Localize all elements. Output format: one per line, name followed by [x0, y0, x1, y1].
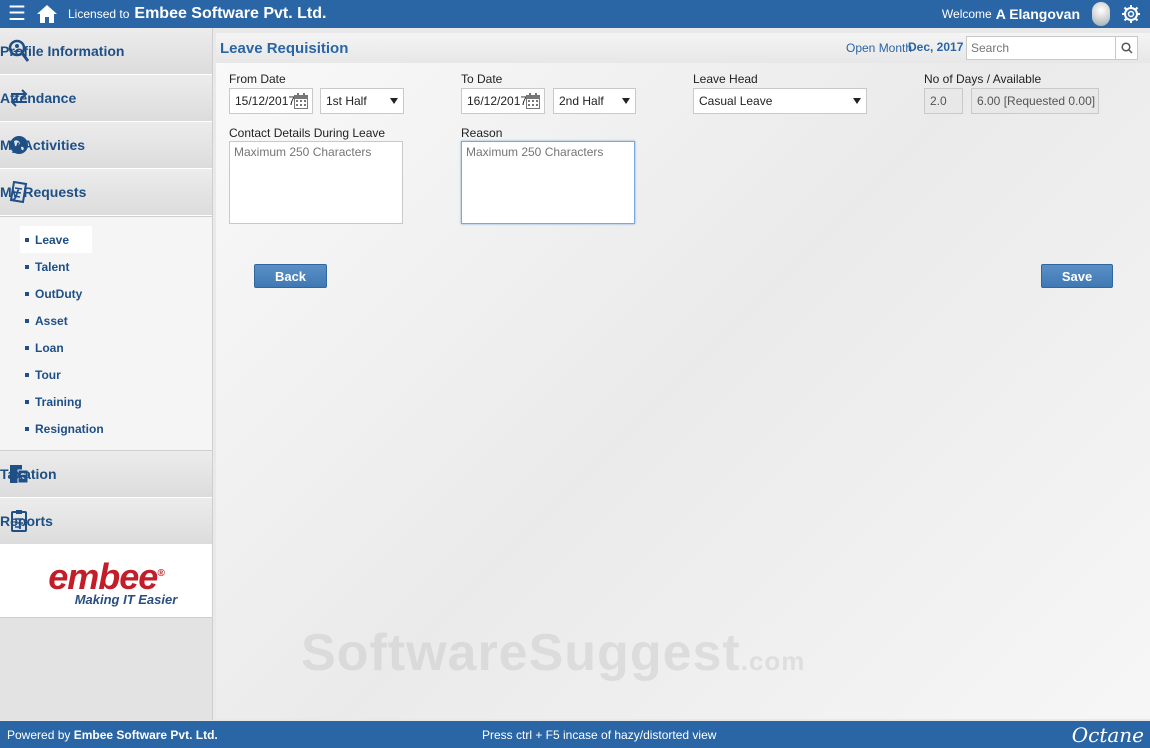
bullet-icon	[25, 264, 29, 269]
logo-word: embee	[48, 556, 158, 597]
back-button[interactable]: Back	[254, 264, 327, 288]
sidebar-item-label: My Requests	[0, 184, 87, 200]
sidebar-item-reports[interactable]: Reports	[0, 498, 212, 545]
chevron-down-icon	[390, 98, 398, 104]
to-half-select[interactable]: 2nd Half	[553, 88, 636, 114]
reason-label: Reason	[461, 126, 503, 140]
contact-details-textarea[interactable]	[229, 141, 403, 224]
powered-by: Powered by Embee Software Pvt. Ltd.	[7, 727, 218, 742]
save-button[interactable]: Save	[1041, 264, 1113, 288]
bullet-icon	[25, 399, 29, 404]
footer: Powered by Embee Software Pvt. Ltd. Pres…	[0, 721, 1150, 748]
refresh-hint: Press ctrl + F5 incase of hazy/distorted…	[482, 728, 717, 742]
no-of-days-value: 2.0	[930, 94, 947, 108]
my-requests-submenu: Leave Talent OutDuty Asset Loan Tour Tra…	[0, 216, 212, 451]
watermark: SoftwareSuggest.com	[301, 624, 806, 682]
sidebar-item-taxation[interactable]: Taxation	[0, 451, 212, 498]
submenu-item-outduty[interactable]: OutDuty	[0, 280, 212, 307]
logo-tagline: Making IT Easier	[74, 592, 178, 607]
open-month-value: Dec, 2017	[908, 40, 964, 54]
sidebar-item-my-requests[interactable]: My Requests	[0, 169, 212, 216]
leave-head-label: Leave Head	[693, 72, 758, 86]
to-date-value: 16/12/2017	[467, 94, 528, 108]
sidebar-item-label: Reports	[0, 513, 53, 529]
submenu-item-leave[interactable]: Leave	[20, 226, 92, 253]
bullet-icon	[25, 318, 29, 323]
submenu-item-resignation[interactable]: Resignation	[0, 415, 212, 442]
search-icon[interactable]	[1115, 37, 1137, 59]
open-month-label: Open Month	[846, 41, 913, 55]
no-of-days-field: 2.0	[924, 88, 963, 114]
submenu-item-loan[interactable]: Loan	[0, 334, 212, 361]
hamburger-menu-icon[interactable]: ☰	[8, 4, 30, 24]
reason-textarea[interactable]	[461, 141, 635, 224]
chevron-down-icon	[622, 98, 630, 104]
sidebar-item-my-activities[interactable]: My Activities	[0, 122, 212, 169]
submenu-item-talent[interactable]: Talent	[0, 253, 212, 280]
logo-reg: ®	[157, 568, 164, 579]
search-box	[966, 36, 1138, 60]
home-icon[interactable]	[34, 3, 60, 25]
embee-logo: embee® Making IT Easier	[0, 545, 212, 618]
submenu-item-asset[interactable]: Asset	[0, 307, 212, 334]
from-half-select[interactable]: 1st Half	[320, 88, 404, 114]
page-header: Leave Requisition Open Month Dec, 2017	[216, 33, 1150, 63]
contact-details-label: Contact Details During Leave	[229, 126, 386, 140]
licensed-label: Licensed to	[68, 7, 130, 21]
submenu-item-tour[interactable]: Tour	[0, 361, 212, 388]
submenu-item-training[interactable]: Training	[0, 388, 212, 415]
leave-head-value: Casual Leave	[699, 94, 773, 108]
company-name: Embee Software Pvt. Ltd.	[134, 5, 327, 22]
sidebar: Profile Information Attendance My Activi…	[0, 28, 213, 720]
to-date-field[interactable]: 16/12/2017	[461, 88, 545, 114]
gear-icon[interactable]	[1120, 3, 1142, 25]
from-date-label: From Date	[229, 72, 286, 86]
from-date-field[interactable]: 15/12/2017	[229, 88, 313, 114]
bullet-icon	[25, 426, 29, 431]
to-date-label: To Date	[461, 72, 503, 86]
main-content: Leave Requisition Open Month Dec, 2017 F…	[216, 33, 1150, 719]
page-title: Leave Requisition	[220, 40, 349, 57]
sidebar-item-label: Attendance	[0, 90, 77, 106]
avatar[interactable]	[1092, 2, 1110, 26]
leave-head-select[interactable]: Casual Leave	[693, 88, 867, 114]
octane-logo: Octane	[1071, 723, 1144, 747]
bullet-icon	[25, 291, 29, 296]
chevron-down-icon	[853, 98, 861, 104]
days-available-label: No of Days / Available	[924, 72, 1042, 86]
sidebar-item-label: Taxation	[0, 466, 57, 482]
bullet-icon	[25, 237, 29, 242]
sidebar-item-attendance[interactable]: Attendance	[0, 75, 212, 122]
user-name[interactable]: A Elangovan	[996, 6, 1080, 22]
welcome-label: Welcome	[941, 7, 992, 21]
sidebar-item-label: My Activities	[0, 137, 86, 153]
available-days-field: 6.00 [Requested 0.00]	[971, 88, 1099, 114]
calendar-icon[interactable]	[525, 92, 541, 110]
calendar-icon[interactable]	[293, 92, 309, 110]
to-half-value: 2nd Half	[559, 94, 604, 108]
search-input[interactable]	[967, 37, 1115, 59]
top-bar: ☰ Licensed to Embee Software Pvt. Ltd. W…	[0, 0, 1150, 28]
sidebar-item-label: Profile Information	[0, 43, 125, 59]
sidebar-item-profile-information[interactable]: Profile Information	[0, 28, 212, 75]
available-days-value: 6.00 [Requested 0.00]	[977, 94, 1096, 108]
from-date-value: 15/12/2017	[235, 94, 296, 108]
bullet-icon	[25, 345, 29, 350]
bullet-icon	[25, 372, 29, 377]
from-half-value: 1st Half	[326, 94, 367, 108]
